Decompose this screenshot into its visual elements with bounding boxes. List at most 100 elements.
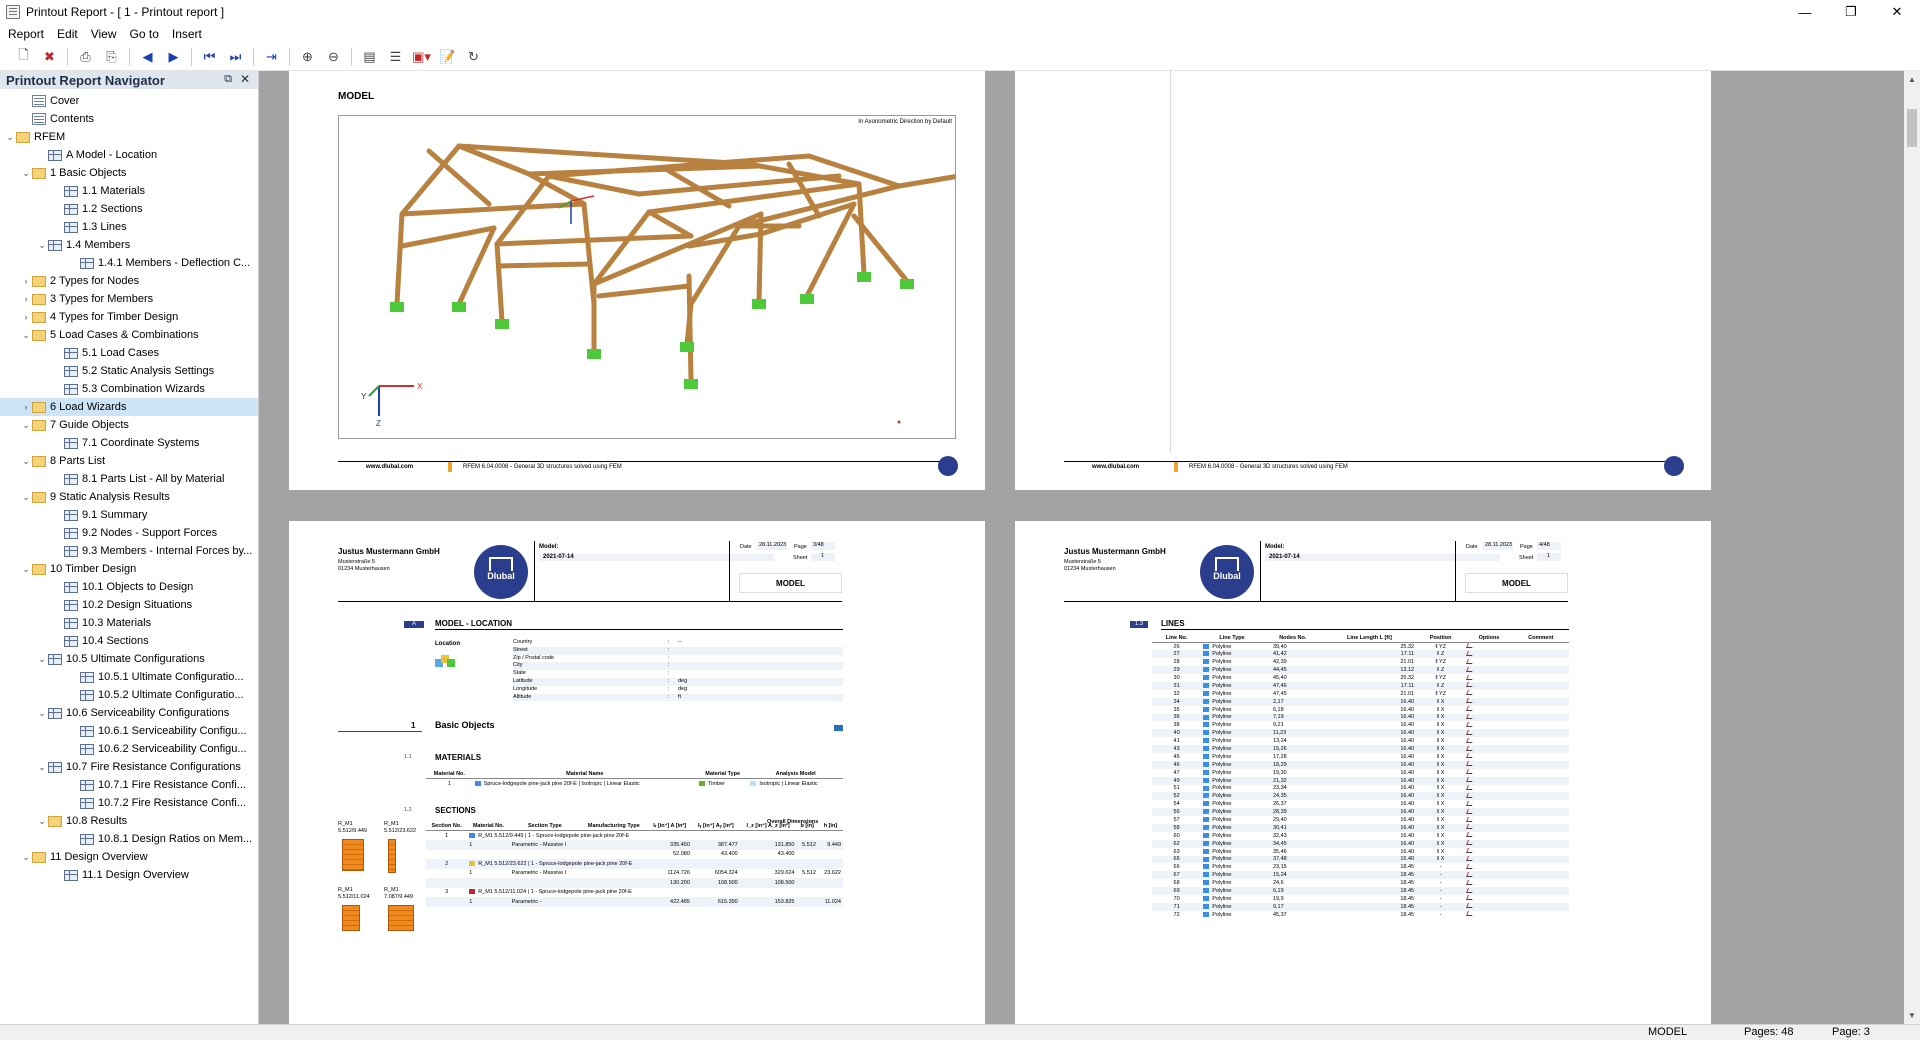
nav-item[interactable]: A Model - Location [0, 146, 258, 164]
chevron-down-icon[interactable]: ⌄ [36, 816, 48, 827]
location-value: ft [678, 693, 682, 700]
minimize-button[interactable]: — [1782, 0, 1828, 24]
menu-report[interactable]: Report [4, 27, 53, 41]
chevron-down-icon[interactable]: ⌄ [20, 330, 32, 341]
nav-item[interactable]: 5.2 Static Analysis Settings [0, 362, 258, 380]
nav-item[interactable]: ⌄ 11 Design Overview [0, 848, 258, 866]
menu-view[interactable]: View [87, 27, 126, 41]
nav-item[interactable]: 10.5.1 Ultimate Configuratio... [0, 668, 258, 686]
chevron-down-icon[interactable]: ⌄ [36, 762, 48, 773]
chevron-down-icon[interactable]: ⌄ [36, 654, 48, 665]
menu-edit[interactable]: Edit [53, 27, 87, 41]
chevron-right-icon[interactable]: › [20, 276, 32, 286]
close-icon[interactable]: ✕ [240, 72, 250, 86]
nav-item[interactable]: ⌄ 10 Timber Design [0, 560, 258, 578]
print-preview-icon[interactable]: ⎘ [100, 46, 123, 68]
nav-item[interactable]: ⌄ 10.7 Fire Resistance Configurations [0, 758, 258, 776]
nav-item[interactable]: › 6 Load Wizards [0, 398, 258, 416]
nav-item[interactable]: 10.2 Design Situations [0, 596, 258, 614]
template-icon[interactable]: ▣▾ [410, 46, 433, 68]
chevron-down-icon[interactable]: ⌄ [36, 708, 48, 719]
zoom-in-icon[interactable]: ⊕ [296, 46, 319, 68]
chevron-right-icon[interactable]: › [20, 312, 32, 322]
scroll-up-icon[interactable]: ▲ [1908, 75, 1916, 84]
nav-item[interactable]: ⌄ 9 Static Analysis Results [0, 488, 258, 506]
nav-item[interactable]: ⌄ 5 Load Cases & Combinations [0, 326, 258, 344]
nav-item[interactable]: › 2 Types for Nodes [0, 272, 258, 290]
nav-item[interactable]: 1.4.1 Members - Deflection C... [0, 254, 258, 272]
nav-item[interactable]: ⌄ 10.6 Serviceability Configurations [0, 704, 258, 722]
menu-insert[interactable]: Insert [168, 27, 211, 41]
nav-item[interactable]: 9.2 Nodes - Support Forces [0, 524, 258, 542]
previous-page-icon[interactable]: ◀ [136, 46, 159, 68]
nav-item[interactable]: 10.1 Objects to Design [0, 578, 258, 596]
vertical-scrollbar[interactable]: ▲ ▼ [1904, 71, 1920, 1024]
nav-item[interactable]: 11.1 Design Overview [0, 866, 258, 884]
nav-item[interactable]: 9.1 Summary [0, 506, 258, 524]
nav-item[interactable]: 10.7.2 Fire Resistance Confi... [0, 794, 258, 812]
print-icon[interactable]: ⎙ [74, 46, 97, 68]
chevron-right-icon[interactable]: › [20, 294, 32, 304]
nav-item[interactable]: 10.4 Sections [0, 632, 258, 650]
first-page-icon[interactable]: ⏮ [198, 46, 221, 68]
nav-item[interactable]: ⌄ RFEM [0, 128, 258, 146]
nav-item[interactable]: ⌄ 8 Parts List [0, 452, 258, 470]
header-footer-icon[interactable]: ☰ [384, 46, 407, 68]
chevron-down-icon[interactable]: ⌄ [20, 564, 32, 575]
page-layout-icon[interactable]: ▤ [358, 46, 381, 68]
nav-item[interactable]: 10.7.1 Fire Resistance Confi... [0, 776, 258, 794]
chevron-down-icon[interactable]: ⌄ [4, 132, 16, 143]
pin-icon[interactable]: ⧉ [224, 73, 232, 86]
option-icon [1465, 784, 1512, 793]
export-icon[interactable]: ⇥ [260, 46, 283, 68]
chevron-down-icon[interactable]: ⌄ [20, 168, 32, 179]
nav-item[interactable]: 1.1 Materials [0, 182, 258, 200]
nav-item[interactable]: 9.3 Members - Internal Forces by... [0, 542, 258, 560]
nav-item[interactable]: 7.1 Coordinate Systems [0, 434, 258, 452]
nav-item[interactable]: 10.5.2 Ultimate Configuratio... [0, 686, 258, 704]
chevron-down-icon[interactable]: ⌄ [20, 456, 32, 467]
col-header: Nodes No. [1262, 633, 1323, 643]
nav-item[interactable]: 8.1 Parts List - All by Material [0, 470, 258, 488]
nav-item[interactable]: 10.8.1 Design Ratios on Mem... [0, 830, 258, 848]
nav-item[interactable]: 5.1 Load Cases [0, 344, 258, 362]
nav-item[interactable]: ⌄ 1 Basic Objects [0, 164, 258, 182]
scroll-down-icon[interactable]: ▼ [1908, 1011, 1916, 1020]
next-page-icon[interactable]: ▶ [162, 46, 185, 68]
nav-item[interactable]: ⌄ 10.5 Ultimate Configurations [0, 650, 258, 668]
nav-item[interactable]: › 3 Types for Members [0, 290, 258, 308]
table-row: 1 Parametric - Massive I 335.450 387.477 131… [426, 840, 843, 850]
new-icon[interactable]: 🗋 [12, 46, 35, 68]
table-icon [48, 653, 62, 665]
nav-item[interactable]: › 4 Types for Timber Design [0, 308, 258, 326]
nav-item[interactable]: 10.3 Materials [0, 614, 258, 632]
chevron-down-icon[interactable]: ⌄ [20, 492, 32, 503]
chevron-right-icon[interactable]: › [20, 402, 32, 412]
report-preview[interactable]: MODEL In Axonometric Direction by Defaul… [259, 71, 1904, 1024]
chevron-down-icon[interactable]: ⌄ [20, 420, 32, 431]
nav-item[interactable]: ⌄ 7 Guide Objects [0, 416, 258, 434]
nav-item-label: 1.1 Materials [82, 185, 145, 197]
nav-item[interactable]: Cover [0, 92, 258, 110]
chevron-down-icon[interactable]: ⌄ [20, 852, 32, 863]
menu-goto[interactable]: Go to [126, 27, 168, 41]
nav-item[interactable]: 1.2 Sections [0, 200, 258, 218]
chevron-down-icon[interactable]: ⌄ [36, 240, 48, 251]
close-button[interactable]: ✕ [1874, 0, 1920, 24]
nav-item[interactable]: 10.6.2 Serviceability Configu... [0, 740, 258, 758]
scrollbar-thumb[interactable] [1907, 109, 1917, 147]
refresh-icon[interactable]: ↻ [462, 46, 485, 68]
delete-icon[interactable]: ✖ [38, 46, 61, 68]
nav-item[interactable]: 5.3 Combination Wizards [0, 380, 258, 398]
zoom-out-icon[interactable]: ⊖ [322, 46, 345, 68]
nav-item[interactable]: 1.3 Lines [0, 218, 258, 236]
nav-item[interactable]: Contents [0, 110, 258, 128]
properties-icon[interactable]: 📝 [436, 46, 459, 68]
nav-item[interactable]: 10.6.1 Serviceability Configu... [0, 722, 258, 740]
maximize-button[interactable]: ❐ [1828, 0, 1874, 24]
color-swatch [1203, 730, 1210, 736]
table-row: 29 Polyline 44,45 13.12 ‖ Z [1152, 666, 1569, 675]
last-page-icon[interactable]: ⏭ [224, 46, 247, 68]
nav-item[interactable]: ⌄ 10.8 Results [0, 812, 258, 830]
nav-item[interactable]: ⌄ 1.4 Members [0, 236, 258, 254]
